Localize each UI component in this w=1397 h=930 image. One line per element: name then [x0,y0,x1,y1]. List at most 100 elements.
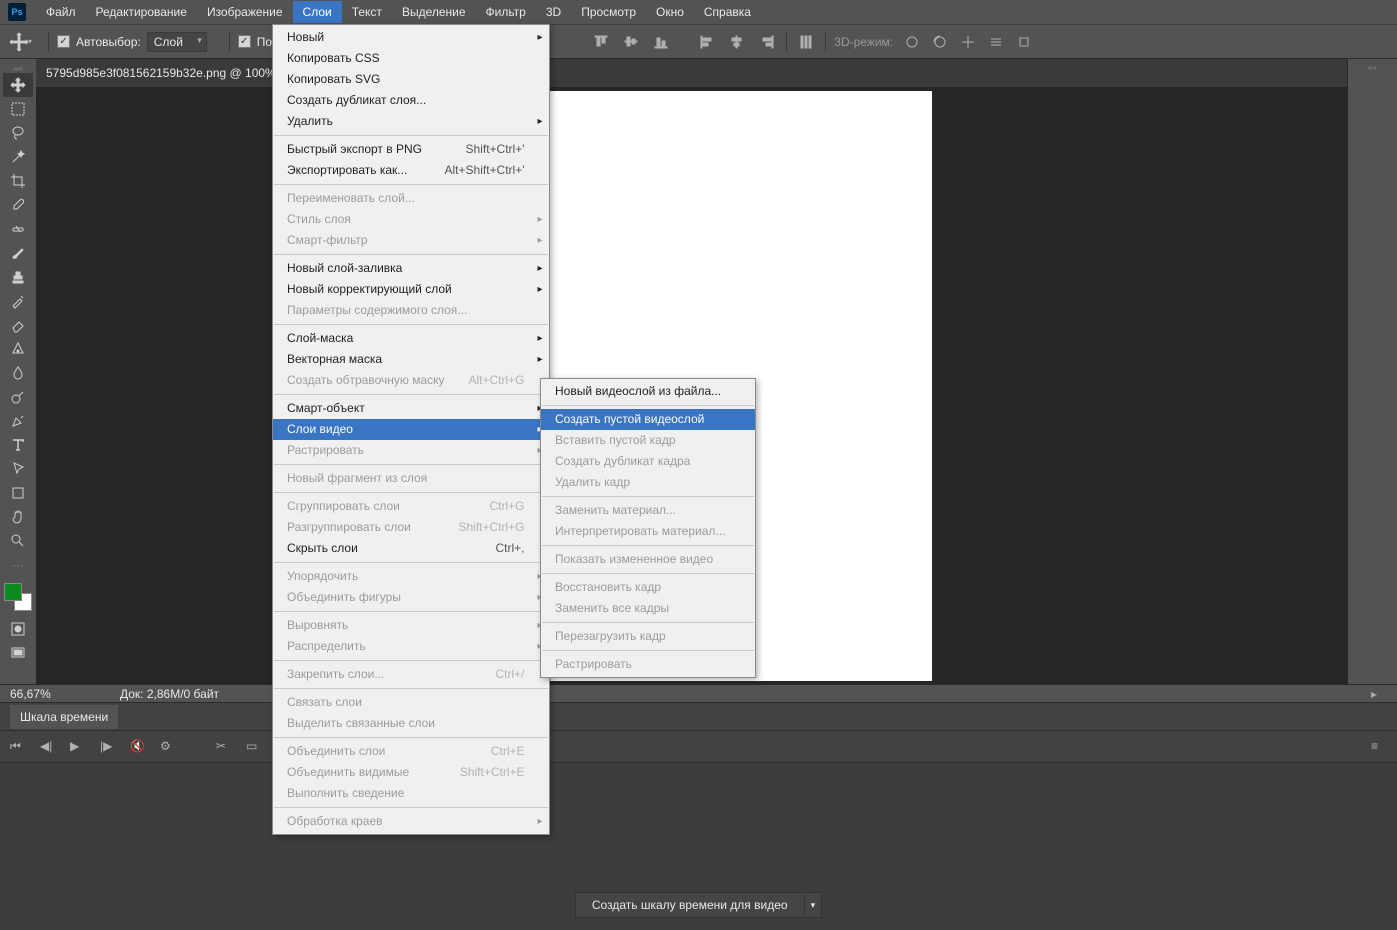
auto-select-dropdown[interactable]: Слой [147,32,207,52]
menu-item[interactable]: Новый видеослой из файла... [541,381,755,402]
align-vcenter-icon[interactable] [620,31,642,53]
eyedropper-tool[interactable] [3,193,33,217]
pen-tool[interactable] [3,409,33,433]
chevron-down-icon[interactable]: ▾ [804,895,822,916]
panel-collapse-icon[interactable]: «« [0,63,36,73]
gradient-tool[interactable] [3,337,33,361]
menu-item[interactable]: Новый слой-заливка [273,258,549,279]
shape-tool[interactable] [3,481,33,505]
menu-item[interactable]: Быстрый экспорт в PNGShift+Ctrl+' [273,139,549,160]
menu-item-label: Новый видеослой из файла... [555,384,721,399]
prev-frame-icon[interactable]: ◀| [40,739,56,755]
3d-roll-icon[interactable] [929,31,951,53]
timeline-menu-icon[interactable]: ≡ [1371,739,1387,755]
zoom-value[interactable]: 66,67% [10,687,80,701]
menu-item[interactable]: Копировать SVG [273,69,549,90]
distribute-icon[interactable] [795,31,817,53]
move-tool[interactable] [3,73,33,97]
menu-item-label: Растрировать [287,443,364,458]
3d-orbit-icon[interactable] [901,31,923,53]
align-hcenter-icon[interactable] [726,31,748,53]
menubar-item-текст[interactable]: Текст [342,1,392,23]
lasso-tool[interactable] [3,121,33,145]
menu-item[interactable]: Копировать CSS [273,48,549,69]
auto-select-checkbox[interactable]: ✓ [57,35,70,48]
history-brush-tool[interactable] [3,289,33,313]
menubar-item-справка[interactable]: Справка [694,1,761,23]
app-logo: Ps [8,3,26,21]
dodge-tool[interactable] [3,385,33,409]
mute-icon[interactable]: 🔇 [130,739,146,755]
menu-item-label: Векторная маска [287,352,382,367]
align-bottom-icon[interactable] [650,31,672,53]
zoom-tool[interactable] [3,529,33,553]
menu-item[interactable]: Создать дубликат слоя... [273,90,549,111]
menubar-item-фильтр[interactable]: Фильтр [476,1,536,23]
timeline-tab[interactable]: Шкала времени [10,705,118,729]
marquee-tool[interactable] [3,97,33,121]
menu-item[interactable]: Удалить [273,111,549,132]
quick-mask-tool[interactable] [3,617,33,641]
3d-slide-icon[interactable] [985,31,1007,53]
menu-item-label: Обработка краев [287,814,383,829]
menu-item[interactable]: Создать пустой видеослой [541,409,755,430]
edit-toolbar[interactable]: ··· [3,553,33,577]
status-menu-icon[interactable]: ▸ [1371,687,1377,701]
layers-menu: НовыйКопировать CSSКопировать SVGСоздать… [272,24,550,835]
menu-item[interactable]: Новый корректирующий слой [273,279,549,300]
align-right-icon[interactable] [756,31,778,53]
menu-item[interactable]: Смарт-объект [273,398,549,419]
timeline-options-icon[interactable]: ⚙ [160,739,176,755]
right-panel-expand-icon[interactable]: «« [1368,63,1377,72]
menu-item: Объединить фигуры [273,587,549,608]
menubar-item-окно[interactable]: Окно [646,1,694,23]
screen-mode-tool[interactable] [3,641,33,665]
stamp-tool[interactable] [3,265,33,289]
menu-separator [274,464,548,465]
menu-item[interactable]: Новый [273,27,549,48]
text-tool[interactable] [3,433,33,457]
menubar-item-редактирование[interactable]: Редактирование [86,1,197,23]
menubar-item-файл[interactable]: Файл [36,1,86,23]
menu-separator [274,184,548,185]
brush-tool[interactable] [3,241,33,265]
3d-pan-icon[interactable] [957,31,979,53]
document-tab[interactable]: 5795d985e3f081562159b32e.png @ 100% (R [46,66,292,80]
menu-item[interactable]: Слои видео [273,419,549,440]
menubar-item-3d[interactable]: 3D [536,1,571,23]
align-left-icon[interactable] [696,31,718,53]
create-video-timeline-button[interactable]: Создать шкалу времени для видео ▾ [575,892,822,918]
color-swatches[interactable] [4,583,32,611]
menubar-item-слои[interactable]: Слои [293,1,342,23]
scissors-icon[interactable]: ✂ [216,739,232,755]
menu-item[interactable]: Векторная маска [273,349,549,370]
menu-item-label: Выполнить сведение [287,786,404,801]
menubar-item-изображение[interactable]: Изображение [197,1,293,23]
menubar-item-выделение[interactable]: Выделение [392,1,476,23]
menu-item[interactable]: Слой-маска [273,328,549,349]
options-bar: ▾ ✓ Автовыбор: Слой ✓ Показа 3D-режим: [0,24,1397,59]
menu-item-shortcut: Ctrl+E [467,744,525,759]
crop-tool[interactable] [3,169,33,193]
menubar-item-просмотр[interactable]: Просмотр [571,1,646,23]
blur-tool[interactable] [3,361,33,385]
next-frame-icon[interactable]: |▶ [100,739,116,755]
magic-wand-tool[interactable] [3,145,33,169]
show-transform-checkbox[interactable]: ✓ [238,35,251,48]
foreground-color-swatch[interactable] [4,583,22,601]
menu-item-shortcut: Alt+Ctrl+G [445,373,525,388]
menu-item: Выровнять [273,615,549,636]
align-top-icon[interactable] [590,31,612,53]
transition-icon[interactable]: ▭ [246,739,262,755]
eraser-tool[interactable] [3,313,33,337]
path-select-tool[interactable] [3,457,33,481]
menu-item[interactable]: Скрыть слоиCtrl+, [273,538,549,559]
tool-submenu-icon[interactable]: ▾ [28,37,32,46]
menu-item: Новый фрагмент из слоя [273,468,549,489]
first-frame-icon[interactable]: ⏮ [10,739,26,755]
3d-scale-icon[interactable] [1013,31,1035,53]
hand-tool[interactable] [3,505,33,529]
healing-brush-tool[interactable] [3,217,33,241]
menu-item[interactable]: Экспортировать как...Alt+Shift+Ctrl+' [273,160,549,181]
play-icon[interactable]: ▶ [70,739,86,755]
